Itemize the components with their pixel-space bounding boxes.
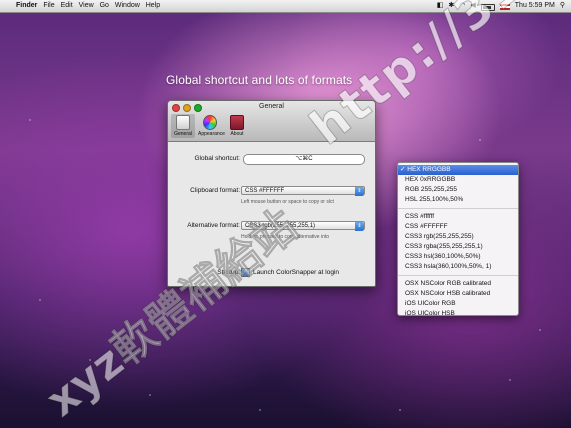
format-menu-item-label: CSS3 hsl(360,100%,50%) [405, 253, 481, 260]
clipboard-format-value: CSS #FFFFFF [245, 188, 285, 194]
headline: Global shortcut and lots of formats [166, 73, 353, 87]
menu-separator [398, 208, 518, 209]
tab-about-label: About [230, 131, 244, 137]
about-icon [230, 115, 244, 130]
format-menu-item-label: HEX 0xRRGGBB [405, 176, 456, 183]
menu-go[interactable]: Go [100, 2, 109, 9]
tab-general-label: General [174, 131, 192, 137]
format-menu: ✓ HEX RRGGBB HEX 0xRRGGBB RGB 255,255,255 H… [397, 162, 519, 319]
format-menu-item[interactable]: iOS UIColor HSB [398, 309, 518, 319]
format-menu-item-label: CSS3 hsla(360,100%,50%, 1) [405, 263, 492, 270]
clipboard-format-label: Clipboard format: [190, 187, 240, 194]
tab-about[interactable]: About [225, 114, 249, 138]
format-menu-item-label: CSS #ffffff [405, 213, 435, 220]
global-shortcut-field[interactable]: ⌥⌘C [243, 154, 365, 165]
format-menu-item-label: iOS UIColor RGB [405, 300, 456, 307]
flag-icon[interactable] [499, 4, 510, 10]
format-menu-item[interactable]: CSS3 hsl(360,100%,50%) [398, 252, 518, 262]
format-menu-item[interactable]: CSS #FFFFFF [398, 222, 518, 232]
format-menu-item[interactable]: iOS UIColor RGB [398, 299, 518, 309]
battery-icon[interactable] [480, 3, 495, 11]
format-menu-item-label: HSL 255,100%,50% [405, 196, 464, 203]
format-menu-item[interactable]: CSS3 rgba(255,255,255,1) [398, 242, 518, 252]
format-menu-item-label: CSS3 rgb(255,255,255) [405, 233, 474, 240]
window-titlebar[interactable]: General General Appearance About [168, 101, 375, 142]
alternative-format-popup[interactable]: CSS3 rgb(255, 255,255,1) ⇕ [241, 221, 365, 231]
toolbar-tabs: General Appearance About [171, 114, 249, 138]
vpn-icon[interactable]: ◧ [437, 0, 444, 12]
popup-arrows-icon: ⇕ [355, 187, 364, 196]
general-icon [176, 115, 190, 130]
menu-finder[interactable]: Finder [16, 2, 37, 9]
format-menu-item[interactable]: CSS3 hsla(360,100%,50%, 1) [398, 262, 518, 272]
launch-at-login-label: Launch ColorSnapper at login [253, 269, 340, 276]
tab-appearance[interactable]: Appearance [198, 114, 225, 138]
tab-general[interactable]: General [171, 114, 195, 138]
alternative-format-value: CSS3 rgb(255, 255,255,1) [245, 223, 316, 229]
format-menu-item-label: RGB 255,255,255 [405, 186, 458, 193]
launch-at-login-checkbox[interactable]: ✓ Launch ColorSnapper at login [241, 268, 339, 277]
clipboard-format-hint: Left mouse button or space to copy or sl… [241, 199, 334, 205]
clock[interactable]: Thu 5:59 PM [515, 0, 555, 12]
clipboard-format-popup[interactable]: CSS #FFFFFF ⇕ [241, 186, 365, 196]
format-menu-item-label: CSS #FFFFFF [405, 223, 448, 230]
checkmark-icon: ✓ [241, 268, 250, 277]
bluetooth-icon[interactable]: ✱ [448, 0, 454, 12]
menu-file[interactable]: File [43, 2, 54, 9]
format-menu-item[interactable]: CSS #ffffff [398, 212, 518, 222]
format-menu-item[interactable]: ✓ HEX RRGGBB [398, 165, 518, 175]
popup-arrows-icon: ⇕ [355, 222, 364, 231]
menu-extras: ◧ ✱ ◠ ◀ Thu 5:59 PM ⚲ [437, 0, 565, 12]
format-menu-item-label: OSX NSColor RGB calibrated [405, 280, 491, 287]
startup-label: Startup: [217, 269, 240, 276]
menu-separator [398, 275, 518, 276]
menu-bar-menus: Finder File Edit View Go Window Help [16, 0, 164, 12]
preferences-window: General General Appearance About Global … [167, 100, 376, 287]
general-pane: Global shortcut: ⌥⌘C Clipboard format: C… [168, 142, 375, 286]
volume-icon[interactable]: ◀ [470, 0, 475, 12]
format-menu-item-label: CSS3 rgba(255,255,255,1) [405, 243, 483, 250]
alternative-format-hint: Hold ⌥ pressed to copy alternative into [241, 234, 330, 240]
menu-window[interactable]: Window [115, 2, 140, 9]
format-menu-item[interactable]: OSX NSColor RGB calibrated [398, 279, 518, 289]
format-menu-item-label: OSX NSColor HSB calibrated [405, 290, 491, 297]
format-menu-item[interactable]: RGB 255,255,255 [398, 185, 518, 195]
format-menu-item[interactable]: OSX NSColor HSB calibrated [398, 289, 518, 299]
format-menu-item-label: HEX RRGGBB [407, 166, 451, 173]
spotlight-icon[interactable]: ⚲ [560, 0, 565, 12]
menu-bar: Finder File Edit View Go Window Help ◧ ✱… [0, 0, 571, 13]
window-title: General [259, 103, 284, 110]
tab-appearance-label: Appearance [198, 131, 225, 137]
alternative-format-label: Alternative format: [187, 222, 240, 229]
wifi-icon[interactable]: ◠ [459, 0, 465, 12]
global-shortcut-label: Global shortcut: [194, 155, 240, 162]
menu-view[interactable]: View [79, 2, 94, 9]
appearance-icon [203, 115, 217, 130]
menu-help[interactable]: Help [146, 2, 160, 9]
format-menu-item[interactable]: CSS3 rgb(255,255,255) [398, 232, 518, 242]
format-menu-item[interactable]: HEX 0xRRGGBB [398, 175, 518, 185]
format-menu-item[interactable]: HSL 255,100%,50% [398, 195, 518, 205]
format-menu-item-label: iOS UIColor HSB [405, 310, 455, 317]
menu-edit[interactable]: Edit [61, 2, 73, 9]
